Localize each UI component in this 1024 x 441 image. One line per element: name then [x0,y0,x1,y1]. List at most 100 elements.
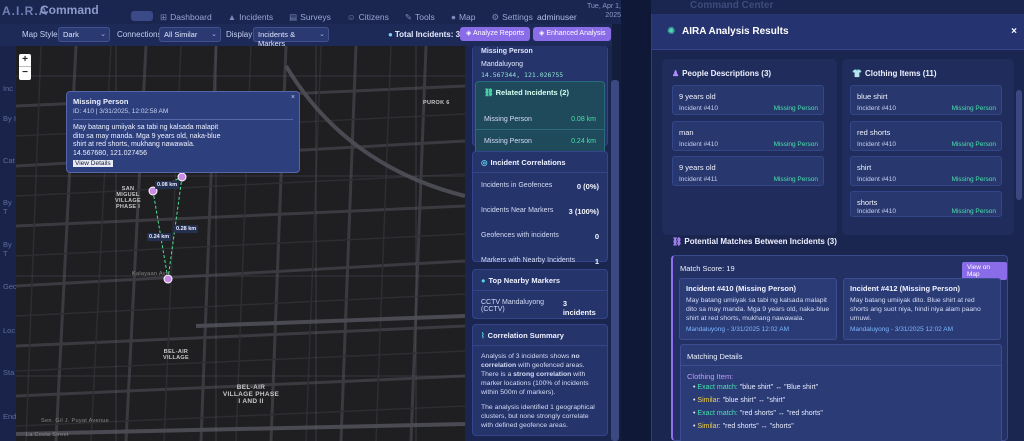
modal-overlay [621,0,651,441]
matching-details-title: Matching Details [687,352,743,361]
distance-label: 0.28 km [174,225,199,233]
zoom-out-button[interactable]: − [19,67,31,80]
enhanced-analysis-button[interactable]: ◈ Enhanced Analysis [533,27,612,41]
target-icon: ◎ [481,158,488,167]
correlation-row: Geofences with incidents 0 [481,232,599,241]
people-title: ♟ People Descriptions (3) [672,69,772,78]
chevron-down-icon: ⌄ [319,31,325,38]
nav-item-citizens[interactable]: ☺ Citizens [347,12,389,23]
modal-scrollbar[interactable] [1016,90,1022,200]
person-item[interactable]: man Incident #410 Missing Person [672,121,824,151]
nav-item-surveys[interactable]: ▤ Surveys [289,12,331,23]
zoom-control: + − [19,54,31,80]
summary-paragraph: Analysis of 3 incidents shows no correla… [481,353,589,396]
summary-paragraph: The analysis identified 1 geographical c… [481,404,595,429]
surveys-icon: ▤ [289,12,298,22]
map-style-select[interactable]: Dark ⌄ [58,27,110,42]
match-score: Match Score: 19 [680,264,735,273]
side-panel-scrollbar[interactable] [611,80,619,441]
matching-details-divider [681,365,1001,366]
clothing-item[interactable]: shorts Incident #410 Missing Person [850,191,1002,217]
display-label: Display: [226,30,255,39]
dashboard-icon: ⊞ [160,12,168,22]
nav-item-incidents[interactable]: ▲ Incidents [228,12,273,23]
related-incident-row[interactable]: Missing Person 0.08 km [476,110,604,130]
map-label-purok: PUROK 6 [423,100,450,106]
chevron-down-icon: ⌄ [100,31,106,38]
connections-label: Connections: [117,30,164,39]
nav-badge [131,11,153,21]
nav-item-tools[interactable]: ✎ Tools [405,12,435,23]
close-icon[interactable]: × [1011,26,1017,37]
top-markers-title: ● Top Nearby Markers [473,270,607,291]
display-select[interactable]: Incidents & Markers ⌄ [253,27,329,48]
zoom-in-button[interactable]: + [19,54,31,67]
map-toolbar: Map Style: Dark ⌄ Connections: All Simila… [0,24,612,48]
popup-title: Missing Person [73,97,129,106]
map-label-bel-air: BEL-AIR VILLAGE PHASE I AND II [222,384,280,405]
nav-item-map[interactable]: ● Map [451,12,476,23]
nav-item-settings[interactable]: ⚙ Settings [492,12,533,23]
popup-close-icon[interactable]: × [291,94,295,101]
nav-user[interactable]: adminuser [537,12,577,22]
left-label-7: Sta [3,368,15,377]
match-incident-a[interactable]: Incident #410 (Missing Person) May batan… [679,278,837,340]
left-label-2: Cat [3,156,15,165]
left-label-1: By I [3,114,16,123]
popup-meta: ID: 410 | 3/31/2025, 12:02:58 AM [73,108,169,115]
clothing-item[interactable]: red shorts Incident #410 Missing Person [850,121,1002,151]
connections-select[interactable]: All Similar ⌄ [159,27,221,42]
popup-description: May batang umiiyak sa tabi ng kalsada ma… [73,124,221,148]
chart-icon: ⌇ [481,331,485,340]
map-label-street-3: La Costa Street [26,432,69,438]
correlation-summary-card: ⌇ Correlation Summary Analysis of 3 incid… [472,324,608,436]
incident-correlations-card: ◎ Incident Correlations Incidents in Geof… [472,151,608,266]
chevron-down-icon: ⌄ [211,31,217,38]
map-canvas[interactable]: + − PUROK 6 SAN MIGUEL VILLAGE PHASE I B… [16,46,465,441]
clothing-items-section: 👕 Clothing Items (11) blue shirt Incident … [842,59,1014,235]
match-bullet: • Similar: "blue shirt" ↔ "shirt" [693,397,786,404]
analyze-reports-button[interactable]: ◈ Analyze Reports [460,27,531,41]
related-icon: ⛓ [484,88,496,97]
left-label-4: By T [3,240,12,258]
left-label-8: End [3,412,17,421]
match-card: Match Score: 19 View on Map Incident #41… [671,255,1008,441]
left-label-6: Loc [3,326,16,335]
brand-title: Command [40,3,99,17]
pin-icon: ● [481,276,486,285]
person-item[interactable]: 9 years old Incident #410 Missing Person [672,85,824,115]
nav-item-dashboard[interactable]: ⊞ Dashboard [160,12,212,23]
related-incidents-title: ⛓ Related Incidents (2) [484,88,569,97]
correlation-row: Markers with Nearby Incidents 1 [481,257,599,266]
matches-title: ⛓ Potential Matches Between Incidents (3… [672,237,837,246]
summary-title: ⌇ Correlation Summary [473,325,607,346]
link-icon: ⛓ [672,237,685,246]
map-label-san-miguel: SAN MIGUEL VILLAGE PHASE I [115,186,141,210]
left-label-0: Inc [3,84,14,93]
selected-incident-location: Mandaluyong [481,61,524,68]
correlations-title: ◎ Incident Correlations [473,152,607,173]
top-marker-row[interactable]: CCTV Mandaluyong (CCTV) 3 incidents [473,291,607,317]
correlation-row: Incidents Near Markers 3 (100%) [481,207,599,216]
person-icon: ♟ [672,69,680,78]
popup-divider [73,119,293,120]
correlation-row: Incidents in Geofences 0 (0%) [481,182,599,191]
incidents-icon: ▲ [227,12,237,22]
analyze-icon: ◈ [466,30,473,37]
clothing-item[interactable]: blue shirt Incident #410 Missing Person [850,85,1002,115]
match-bullet: • Exact match: "blue shirt" ↔ "Blue shir… [693,384,819,391]
map-icon: ● [450,12,456,22]
distance-label: 0.08 km [155,181,180,189]
match-incident-b[interactable]: Incident #412 (Missing Person) May batan… [843,278,1001,340]
tools-icon: ✎ [404,12,412,22]
popup-coords: 14.567680, 121.027456 [73,149,147,157]
related-incident-row[interactable]: Missing Person 0.24 km [476,130,604,153]
matching-details: Matching Details Clothing Item: • Exact … [680,344,1002,441]
settings-icon: ⚙ [491,12,500,22]
view-details-button[interactable]: View Details [73,159,113,167]
clothing-item[interactable]: shirt Incident #410 Missing Person [850,156,1002,186]
brain-icon: ✺ [667,26,676,37]
nav-date: Tue, Apr 1, 2025 [587,3,621,19]
person-item[interactable]: 9 years old Incident #411 Missing Person [672,156,824,186]
left-panel-strip: Inc By I Cat By T By T Geo Loc Sta End [0,46,17,441]
